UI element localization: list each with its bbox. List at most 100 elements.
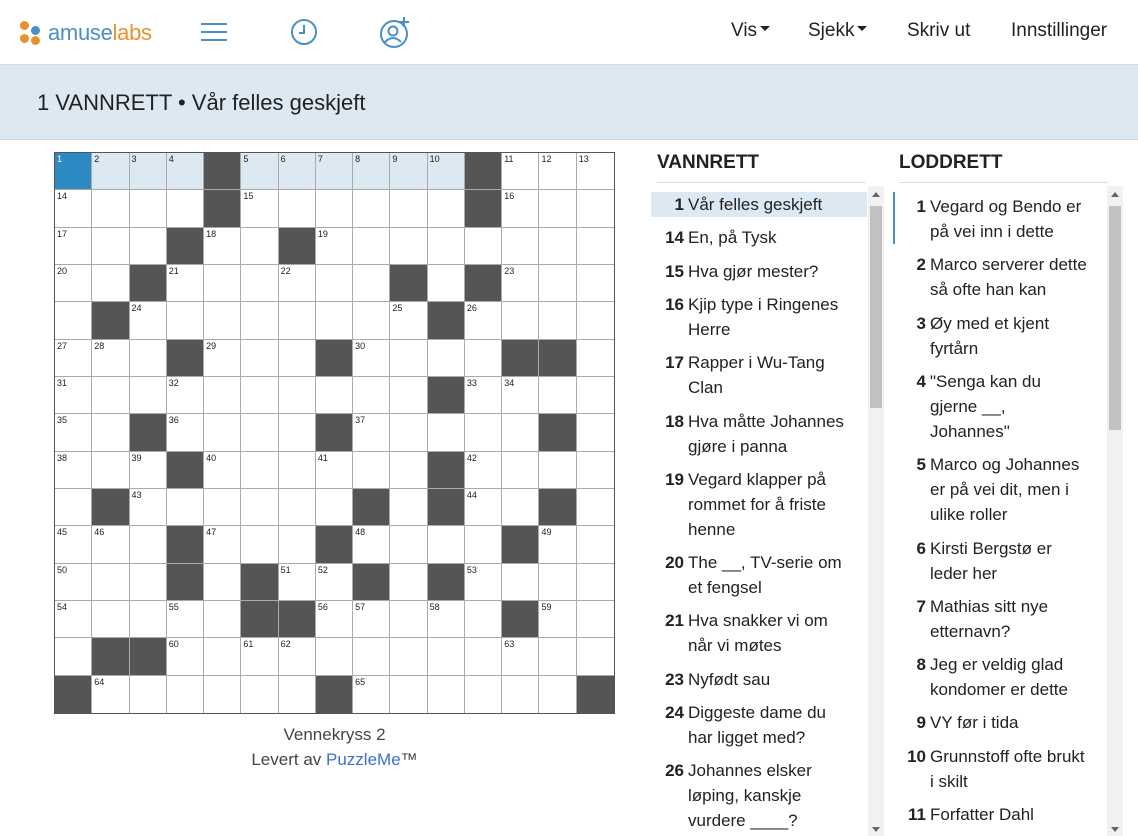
grid-cell[interactable]: 49 (539, 526, 577, 564)
grid-cell[interactable]: 37 (353, 414, 391, 452)
grid-cell[interactable] (129, 190, 167, 228)
grid-cell[interactable]: 39 (129, 451, 167, 489)
down-scroll-thumb[interactable] (1109, 206, 1121, 430)
grid-cell[interactable] (539, 638, 577, 676)
grid-cell[interactable]: 23 (502, 265, 540, 303)
grid-cell[interactable] (464, 339, 503, 377)
grid-cell[interactable]: 50 (55, 563, 93, 601)
grid-cell[interactable]: 30 (353, 339, 391, 377)
grid-cell[interactable] (464, 601, 503, 639)
clue-item[interactable]: 10 Grunnstoff ofte brukt i skilt (893, 744, 1105, 794)
grid-cell[interactable] (576, 638, 614, 676)
grid-cell[interactable] (92, 601, 130, 639)
grid-cell[interactable] (278, 526, 316, 564)
grid-cell[interactable]: 63 (502, 638, 540, 676)
clue-item[interactable]: 1 Vegard og Bendo er på vei inn i dette (893, 194, 1105, 244)
grid-cell[interactable] (92, 451, 130, 489)
grid-cell[interactable] (539, 227, 577, 265)
clue-item[interactable]: 3 Øy med et kjent fyrtårn (893, 311, 1105, 361)
grid-cell[interactable]: 35 (55, 414, 93, 452)
clue-item[interactable]: 2 Marco serverer dette så ofte han kan (893, 252, 1105, 302)
across-scroll-thumb[interactable] (870, 206, 882, 408)
grid-cell[interactable] (576, 302, 614, 340)
grid-cell[interactable] (576, 526, 614, 564)
grid-cell[interactable]: 47 (204, 526, 242, 564)
clock-icon[interactable] (287, 15, 321, 49)
grid-cell[interactable] (502, 563, 540, 601)
grid-cell[interactable] (92, 563, 130, 601)
grid-cell[interactable]: 19 (315, 227, 354, 265)
scroll-down-icon[interactable] (1111, 827, 1119, 832)
grid-cell[interactable]: 34 (502, 377, 540, 415)
grid-cell[interactable] (278, 339, 316, 377)
grid-cell[interactable] (204, 377, 242, 415)
grid-cell[interactable] (465, 675, 503, 713)
grid-cell[interactable] (390, 377, 428, 415)
grid-cell[interactable]: 6 (278, 153, 316, 191)
grid-cell[interactable] (241, 302, 279, 340)
grid-cell[interactable]: 56 (315, 601, 354, 639)
grid-cell[interactable]: 52 (315, 563, 354, 601)
grid-cell[interactable]: 53 (464, 563, 503, 601)
grid-cell[interactable] (539, 302, 577, 340)
grid-cell[interactable] (464, 414, 503, 452)
grid-cell[interactable]: 62 (278, 638, 316, 676)
grid-cell[interactable]: 46 (92, 526, 130, 564)
check-menu[interactable]: Sjekk (808, 20, 868, 42)
grid-cell[interactable]: 29 (204, 339, 242, 377)
grid-cell[interactable] (241, 675, 279, 713)
grid-cell[interactable]: 45 (55, 526, 93, 564)
grid-cell[interactable]: 61 (241, 638, 279, 676)
grid-cell[interactable] (315, 377, 354, 415)
grid-cell[interactable]: 18 (204, 227, 242, 265)
grid-cell[interactable] (278, 414, 316, 452)
grid-cell[interactable] (576, 601, 614, 639)
grid-cell[interactable] (390, 489, 428, 527)
grid-cell[interactable] (390, 451, 428, 489)
grid-cell[interactable]: 20 (55, 265, 93, 303)
clue-item[interactable]: 7 Mathias sitt nye etternavn? (893, 594, 1105, 644)
grid-cell[interactable]: 59 (539, 601, 577, 639)
puzzleme-link[interactable]: PuzzleMe (326, 750, 401, 769)
grid-cell[interactable]: 48 (353, 526, 391, 564)
grid-cell[interactable] (315, 638, 354, 676)
grid-cell[interactable] (353, 638, 391, 676)
grid-cell[interactable] (576, 340, 614, 377)
grid-cell[interactable] (204, 563, 242, 601)
grid-cell[interactable]: 9 (390, 153, 428, 191)
grid-cell[interactable] (353, 302, 391, 340)
grid-cell[interactable]: 16 (502, 190, 540, 228)
clue-item[interactable]: 4 "Senga kan du gjerne __, Johannes" (893, 369, 1105, 444)
grid-cell[interactable] (539, 451, 577, 489)
grid-cell[interactable] (278, 190, 316, 228)
grid-cell[interactable]: 51 (278, 563, 316, 601)
clue-item[interactable]: 8 Jeg er veldig glad kondomer er dette (893, 652, 1105, 702)
across-clue-list[interactable]: 1 Vår felles geskjeft 14 En, på Tysk 15 Hva g… (651, 186, 867, 836)
grid-cell[interactable]: 7 (315, 153, 354, 191)
grid-cell[interactable]: 22 (278, 265, 316, 303)
grid-cell[interactable] (353, 451, 391, 489)
clue-item[interactable]: 19 Vegard klapper på rommet for å friste he… (651, 467, 867, 542)
grid-cell[interactable]: 31 (55, 377, 93, 415)
grid-cell[interactable]: 27 (55, 339, 93, 377)
grid-cell[interactable] (427, 414, 465, 452)
clue-item[interactable]: 9 VY før i tida (893, 710, 1105, 735)
clue-item[interactable]: 23 Nyfødt sau (651, 667, 867, 692)
grid-cell[interactable] (539, 675, 577, 713)
grid-cell[interactable] (464, 526, 503, 564)
grid-cell[interactable] (502, 414, 540, 452)
grid-cell[interactable]: 2 (92, 153, 130, 191)
grid-cell[interactable] (241, 339, 279, 377)
grid-cell[interactable] (464, 227, 503, 265)
grid-cell[interactable] (502, 451, 540, 489)
grid-cell[interactable] (129, 526, 167, 564)
grid-cell[interactable] (129, 227, 167, 265)
grid-cell[interactable] (129, 563, 167, 601)
grid-cell[interactable] (539, 377, 577, 415)
grid-cell[interactable] (204, 265, 242, 303)
grid-cell[interactable]: 42 (464, 451, 503, 489)
grid-cell[interactable]: 12 (539, 153, 577, 191)
grid-cell[interactable]: 3 (129, 153, 167, 191)
grid-cell[interactable] (92, 190, 130, 228)
across-scrollbar[interactable] (868, 186, 884, 836)
